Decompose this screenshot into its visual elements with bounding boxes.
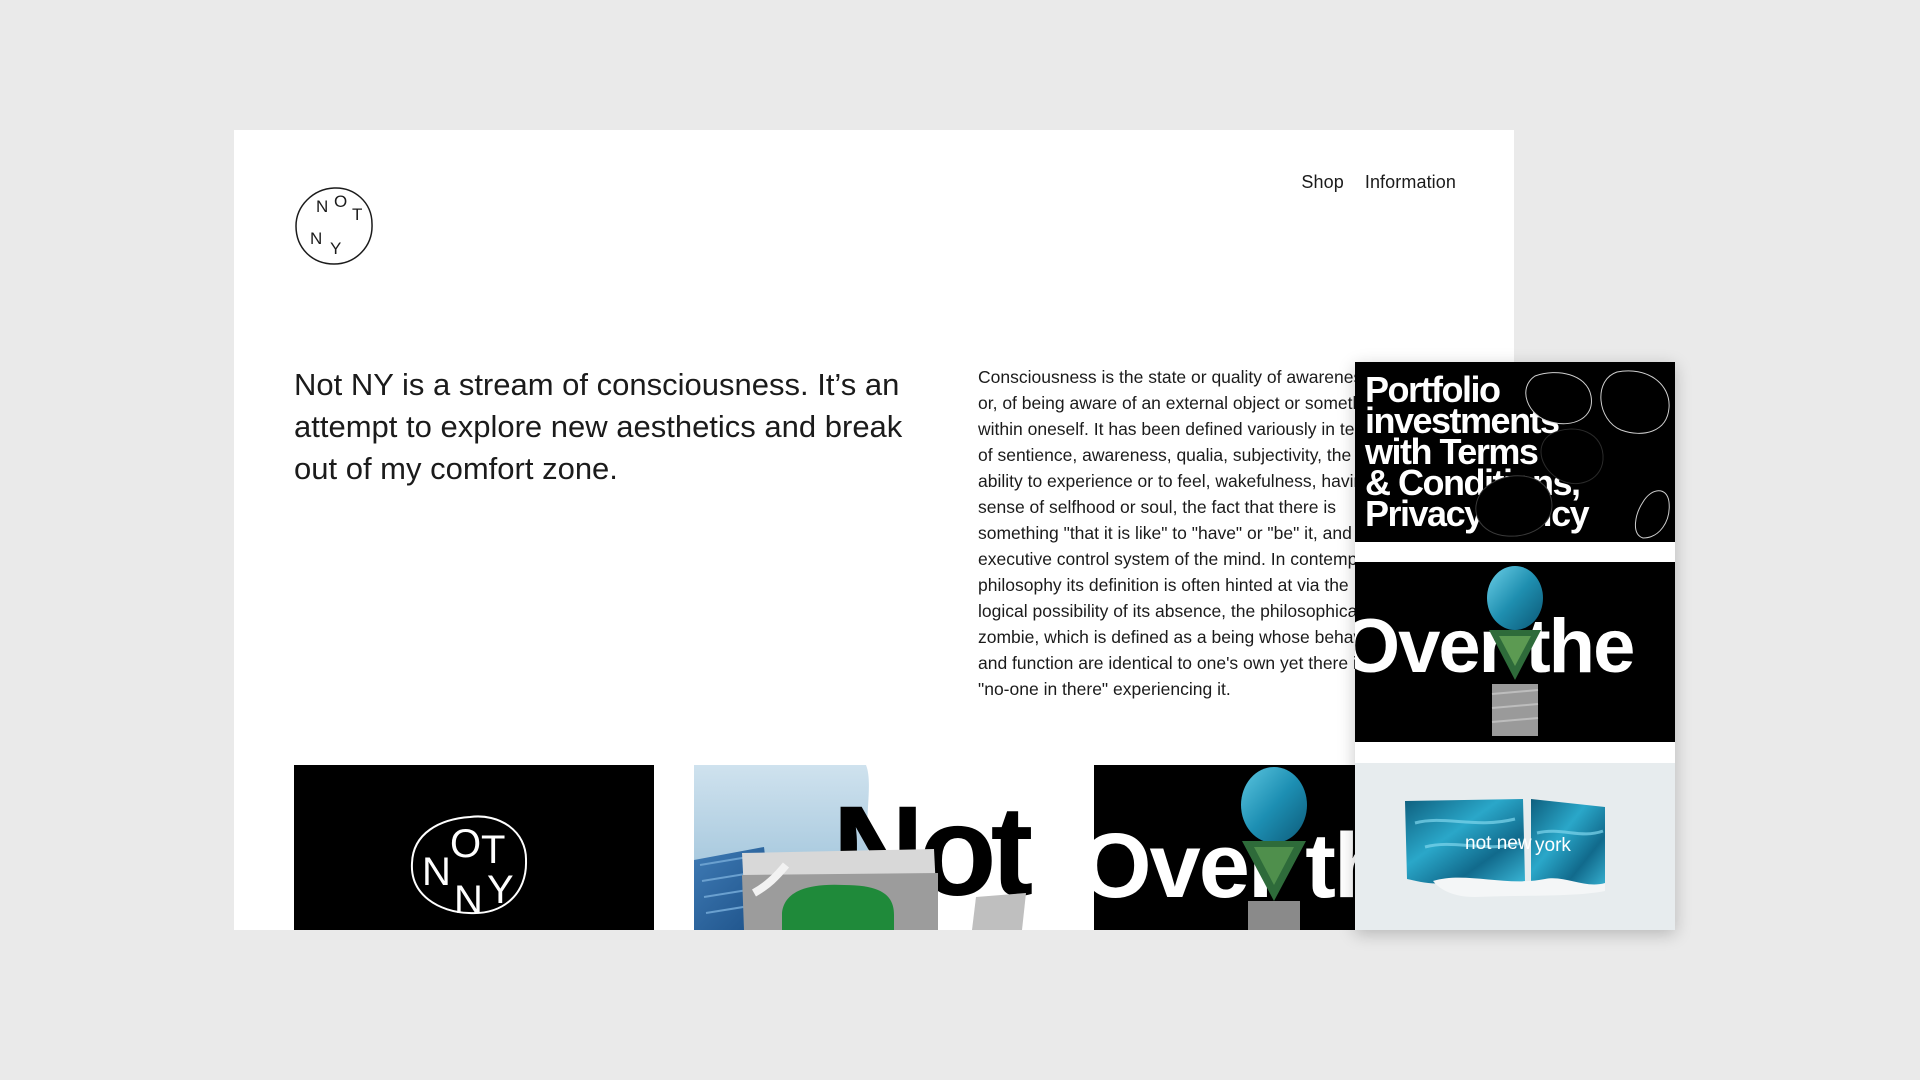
not-ny-logo[interactable]: N O T N Y bbox=[294, 186, 374, 266]
card-portfolio-terms-art: Portfolio investments with Terms & Condi… bbox=[1355, 362, 1675, 542]
thumb-logo-letter-t: T bbox=[481, 828, 505, 872]
top-nav: Shop Information bbox=[1301, 172, 1456, 193]
card-over-the[interactable]: Over the bbox=[1355, 562, 1675, 742]
nav-information-link[interactable]: Information bbox=[1365, 172, 1456, 193]
logo-letter-o: O bbox=[334, 192, 347, 211]
logo-letter-n: N bbox=[316, 197, 328, 216]
thumb-logo-letter-n2: N bbox=[454, 878, 483, 922]
intro-headline: Not NY is a stream of consciousness. It’… bbox=[294, 367, 903, 486]
card-york-text: york bbox=[1535, 835, 1571, 856]
card-over-the-word: Over the bbox=[1355, 604, 1633, 689]
logo-mark: N O T N Y bbox=[295, 187, 373, 265]
card-not-new-york[interactable]: not new york bbox=[1355, 763, 1675, 930]
card-over-the-art: Over the bbox=[1355, 562, 1675, 742]
thumb-logo-letter-n: N bbox=[422, 850, 451, 894]
thumbnail-logo[interactable]: N O T N Y bbox=[294, 765, 654, 930]
card-not-new-york-art: not new york bbox=[1355, 763, 1675, 930]
thumb-logo-letter-o: O bbox=[450, 822, 481, 866]
thumbnail-logo-art: N O T N Y bbox=[294, 765, 654, 930]
thumbnail-not-collage-art: Not bbox=[694, 765, 1054, 930]
nav-shop-link[interactable]: Shop bbox=[1301, 172, 1343, 193]
logo-letter-t: T bbox=[352, 205, 362, 224]
card-portfolio-terms[interactable]: Portfolio investments with Terms & Condi… bbox=[1355, 362, 1675, 542]
thumb-logo-letter-y: Y bbox=[487, 868, 514, 912]
card-not-new-text: not new bbox=[1465, 833, 1532, 854]
floating-card-stack: Portfolio investments with Terms & Condi… bbox=[1355, 362, 1675, 930]
thumbnail-not-collage[interactable]: Not bbox=[694, 765, 1054, 930]
logo-letter-y: Y bbox=[330, 239, 341, 258]
intro-body-text: Consciousness is the state or quality of… bbox=[978, 367, 1398, 699]
website-page: N O T N Y Shop Information Not NY is a s… bbox=[234, 130, 1514, 930]
logo-letter-n2: N bbox=[310, 229, 322, 248]
